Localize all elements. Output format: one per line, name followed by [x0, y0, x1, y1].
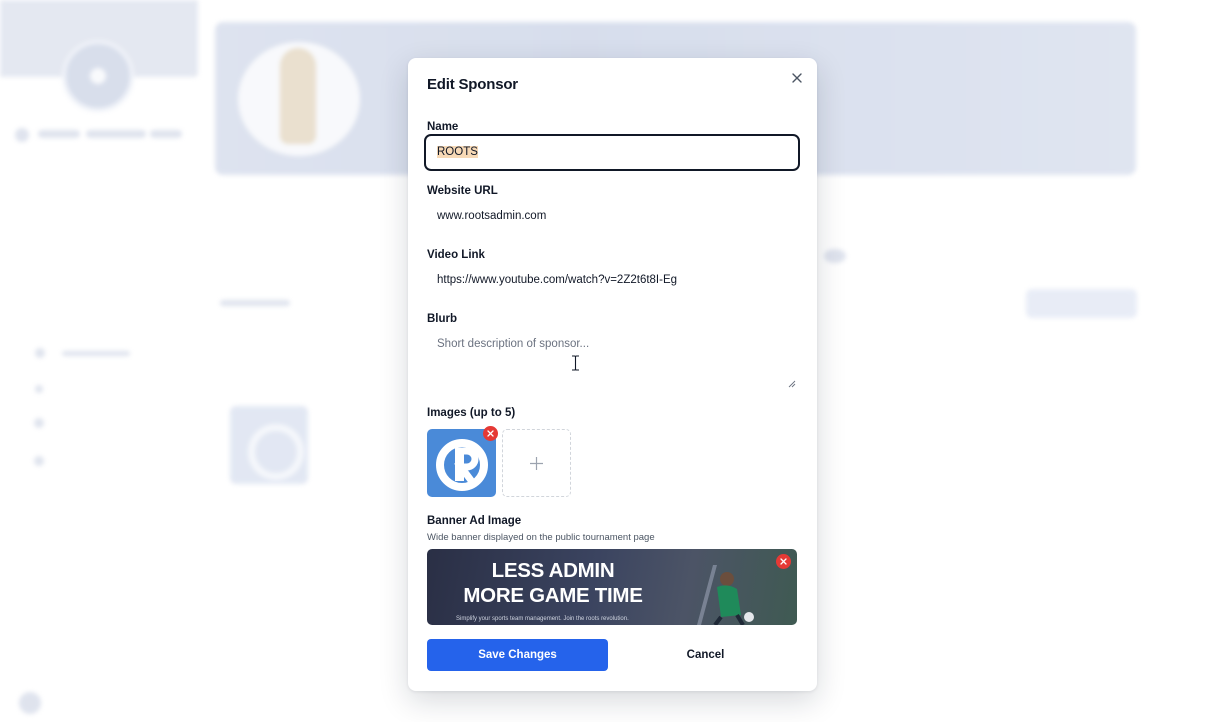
add-image-button[interactable] — [502, 429, 571, 497]
remove-image-button[interactable] — [483, 426, 498, 441]
edit-sponsor-modal: Edit Sponsor Name ROOTS Website URL www.… — [408, 58, 817, 691]
name-label: Name — [427, 121, 459, 133]
background-avatar — [62, 40, 134, 112]
banner-ad-image[interactable]: LESS ADMIN MORE GAME TIME Simplify your … — [427, 549, 797, 625]
name-input-value: ROOTS — [437, 146, 478, 158]
website-url-label: Website URL — [427, 185, 498, 197]
background-trophy — [280, 48, 316, 144]
name-input[interactable]: ROOTS — [424, 134, 800, 171]
cancel-button[interactable]: Cancel — [615, 639, 796, 671]
banner-headline-line2: MORE GAME TIME — [463, 584, 643, 607]
background-text-placeholder — [220, 300, 290, 306]
background-dot — [35, 348, 45, 358]
banner-ad-label: Banner Ad Image — [427, 515, 522, 527]
background-dot — [15, 128, 29, 142]
background-text-placeholder — [38, 130, 80, 138]
remove-x-icon — [487, 430, 494, 437]
plus-icon — [530, 456, 543, 470]
background-text-placeholder — [62, 351, 130, 356]
images-label: Images (up to 5) — [427, 407, 516, 419]
background-text-placeholder — [150, 130, 182, 138]
video-link-value: https://www.youtube.com/watch?v=2Z2t6t8I… — [437, 274, 678, 286]
text-cursor-icon — [572, 355, 579, 371]
resize-grip-icon[interactable] — [788, 380, 796, 388]
blurb-label: Blurb — [427, 313, 458, 325]
background-oval — [824, 249, 846, 263]
background-dot — [34, 418, 44, 428]
close-button[interactable] — [788, 69, 806, 87]
banner-tagline: Simplify your sports team management. Jo… — [456, 616, 629, 622]
video-link-label: Video Link — [427, 249, 485, 261]
banner-ad-helper-text: Wide banner displayed on the public tour… — [427, 532, 655, 543]
website-url-input[interactable]: www.rootsadmin.com — [424, 198, 800, 235]
background-dot — [19, 692, 41, 714]
modal-title: Edit Sponsor — [427, 76, 518, 93]
remove-banner-button[interactable] — [776, 554, 791, 569]
website-url-value: www.rootsadmin.com — [437, 210, 547, 222]
close-icon — [792, 73, 802, 83]
background-dot — [34, 456, 44, 466]
background-text-placeholder — [86, 130, 146, 138]
blurb-placeholder: Short description of sponsor... — [437, 338, 590, 350]
background-dot — [35, 385, 43, 393]
background-button — [1026, 289, 1137, 318]
blurb-textarea[interactable]: Short description of sponsor... — [424, 334, 800, 390]
video-link-input[interactable]: https://www.youtube.com/watch?v=2Z2t6t8I… — [424, 262, 800, 299]
soccer-player-graphic — [697, 565, 754, 625]
remove-x-icon — [780, 558, 787, 565]
background-logo-tile — [230, 406, 308, 484]
banner-headline-line1: LESS ADMIN — [491, 559, 615, 582]
save-changes-button[interactable]: Save Changes — [427, 639, 608, 671]
